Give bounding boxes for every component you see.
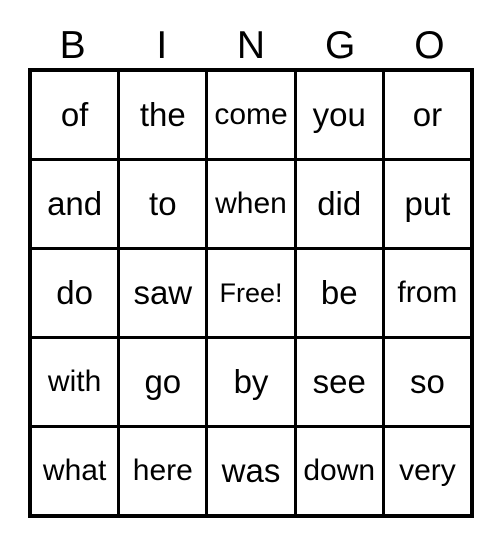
bingo-cell[interactable]: go: [120, 339, 209, 425]
bingo-cell[interactable]: or: [384, 72, 471, 158]
bingo-cell[interactable]: you: [296, 72, 385, 158]
bingo-cell-label: and: [47, 184, 103, 222]
header-letter-i-label: I: [156, 24, 168, 67]
bingo-cell-label: the: [139, 95, 186, 133]
bingo-grid: of the come you or and to when did put d…: [28, 68, 474, 518]
header-letter-o-label: O: [414, 24, 445, 67]
header-letter-g-label: G: [325, 24, 356, 67]
bingo-cell-label: with: [47, 365, 102, 399]
bingo-cell-label: to: [149, 184, 177, 222]
bingo-cell-label: or: [412, 95, 443, 133]
bingo-cell-label: down: [303, 454, 376, 488]
bingo-free-space-cell[interactable]: Free!: [208, 250, 297, 336]
bingo-cell[interactable]: here: [120, 428, 209, 514]
header-letter-b: B: [28, 20, 117, 66]
bingo-cell[interactable]: saw: [120, 250, 209, 336]
bingo-cell-label: by: [233, 362, 269, 400]
bingo-card: B I N G O of the come you or and to when…: [0, 0, 502, 544]
bingo-cell-label: put: [404, 184, 451, 222]
bingo-cell-label: you: [312, 95, 366, 133]
bingo-cell[interactable]: and: [32, 161, 121, 247]
bingo-cell[interactable]: by: [208, 339, 297, 425]
bingo-cell[interactable]: so: [384, 339, 471, 425]
bingo-cell[interactable]: very: [384, 428, 471, 514]
bingo-cell[interactable]: to: [120, 161, 209, 247]
header-letter-b-label: B: [59, 24, 86, 67]
bingo-row: and to when did put: [32, 161, 471, 250]
bingo-cell-label: of: [60, 95, 89, 133]
bingo-cell-label: what: [42, 454, 107, 488]
bingo-cell-label: be: [320, 273, 358, 311]
header-letter-o: O: [385, 20, 474, 66]
bingo-cell[interactable]: of: [32, 72, 121, 158]
bingo-cell-label: when: [215, 187, 287, 221]
bingo-cell[interactable]: with: [32, 339, 121, 425]
bingo-cell-label: here: [132, 454, 193, 488]
bingo-row: do saw Free! be from: [32, 250, 471, 339]
bingo-row: what here was down very: [32, 428, 471, 514]
bingo-cell[interactable]: put: [384, 161, 471, 247]
bingo-cell[interactable]: what: [32, 428, 121, 514]
bingo-cell-label: was: [221, 451, 281, 489]
bingo-cell-label: did: [317, 184, 362, 222]
bingo-cell[interactable]: the: [120, 72, 209, 158]
bingo-cell-label: come: [214, 98, 288, 132]
bingo-cell-label: do: [56, 273, 93, 311]
header-letter-n-label: N: [236, 24, 266, 67]
bingo-cell-label: from: [397, 276, 458, 310]
bingo-row: with go by see so: [32, 339, 471, 428]
bingo-cell[interactable]: when: [208, 161, 297, 247]
bingo-header: B I N G O: [28, 20, 474, 66]
bingo-cell[interactable]: be: [296, 250, 385, 336]
bingo-cell-label: go: [144, 362, 182, 400]
bingo-cell-label: see: [312, 362, 366, 400]
bingo-cell-label: so: [409, 362, 445, 400]
bingo-cell[interactable]: did: [296, 161, 385, 247]
bingo-cell[interactable]: was: [208, 428, 297, 514]
bingo-free-space-label: Free!: [219, 277, 283, 308]
bingo-cell-label: saw: [133, 273, 193, 311]
header-letter-i: I: [117, 20, 206, 66]
header-letter-g: G: [296, 20, 385, 66]
bingo-row: of the come you or: [32, 72, 471, 161]
header-letter-n: N: [206, 20, 295, 66]
bingo-cell[interactable]: come: [208, 72, 297, 158]
bingo-cell[interactable]: down: [296, 428, 385, 514]
bingo-cell[interactable]: see: [296, 339, 385, 425]
bingo-cell[interactable]: do: [32, 250, 121, 336]
bingo-cell-label: very: [399, 454, 456, 488]
bingo-cell[interactable]: from: [384, 250, 471, 336]
